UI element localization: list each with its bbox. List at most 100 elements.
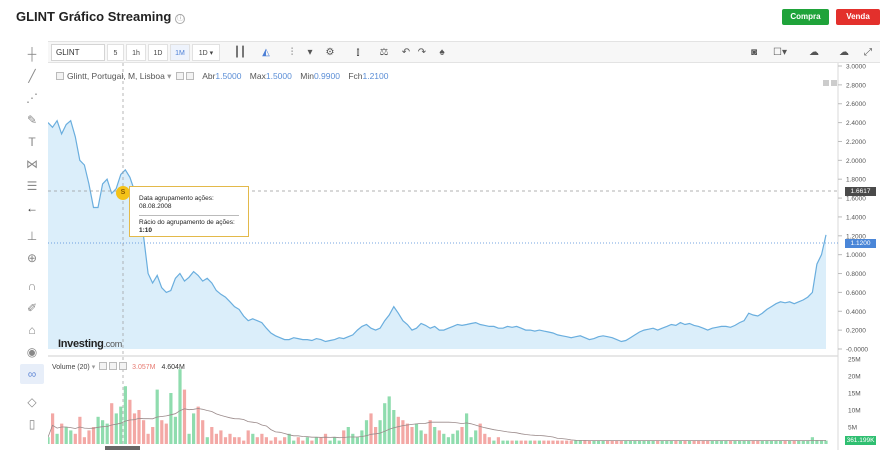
draw-mode-icon[interactable]: ✐ (20, 298, 44, 318)
volume-bar (396, 416, 400, 444)
volume-bar (774, 440, 778, 444)
volume-bar (751, 440, 755, 444)
volume-bar (433, 427, 437, 444)
legend-collapse-icon[interactable] (56, 72, 64, 80)
sell-button[interactable]: Venda (836, 9, 880, 25)
price-tick-label: 2.2000 (846, 139, 866, 146)
timeframe-1m[interactable]: 1M (170, 44, 190, 61)
volume-bar (788, 440, 792, 444)
price-tick-label: 1.6000 (846, 196, 866, 203)
volume-legend-label: Volume (20) (52, 364, 90, 371)
legend-dropdown-icon[interactable]: ▾ (167, 71, 174, 81)
volume-bar (760, 440, 764, 444)
timeframe-dropdown[interactable]: 1D ▾ (192, 44, 220, 61)
volume-bar (801, 440, 805, 444)
cloud-load-icon[interactable]: ☁ (834, 44, 854, 61)
volume-bar (96, 416, 100, 444)
volume-bar (546, 440, 551, 444)
volume-close-icon[interactable] (119, 362, 128, 370)
volume-bar (328, 440, 332, 444)
volume-tick-label: 5M (848, 425, 857, 432)
volume-bar (378, 420, 382, 444)
volume-bar (251, 433, 255, 444)
volume-bar (665, 440, 669, 444)
volume-axis: 25M 20M 15M 10M 5M (848, 357, 861, 432)
volume-bar (615, 440, 619, 444)
chart-type-dropdown-icon[interactable]: ▾ (300, 44, 320, 61)
compare-icon[interactable]: ⚖ (374, 44, 394, 61)
volume-bar (146, 433, 150, 444)
volume-bar (569, 440, 573, 444)
volume-bar (87, 430, 91, 444)
timeframe-1h[interactable]: 1h (126, 44, 146, 61)
zoom-icon[interactable]: ⊕ (20, 248, 44, 268)
investing-logo: Investing.com (58, 338, 122, 350)
fullscreen-icon[interactable]: ⤢ (858, 44, 878, 61)
volume-bar (619, 440, 623, 444)
volume-hide-icon[interactable] (109, 362, 118, 370)
info-icon[interactable]: ⓘ (175, 14, 186, 24)
volume-bar (624, 440, 628, 444)
timeframe-1d[interactable]: 1D (148, 44, 168, 61)
settings-icon[interactable]: ⚙ (320, 44, 340, 61)
alert-icon[interactable]: ♠ (432, 44, 452, 61)
candles-icon[interactable]: ┃┃ (230, 44, 250, 61)
volume-bar (687, 440, 692, 444)
volume-settings-icon[interactable] (99, 362, 108, 370)
volume-bar (364, 420, 369, 444)
volume-bar (783, 440, 787, 444)
volume-bar (169, 393, 173, 444)
eye-icon[interactable]: ◉ (20, 342, 44, 362)
volume-bar (269, 440, 273, 444)
buy-button[interactable]: Compra (782, 9, 829, 25)
volume-bar (242, 440, 246, 444)
symbol-input[interactable]: GLINT (51, 44, 105, 61)
trash-icon[interactable]: ▯ (20, 414, 44, 434)
volume-bar (715, 440, 719, 444)
timeframe-5[interactable]: 5 (107, 44, 124, 61)
volume-bar (642, 440, 646, 444)
back-arrow-icon[interactable]: ← (20, 198, 44, 218)
split-marker[interactable]: S (116, 186, 130, 200)
area-chart-icon[interactable]: ◭ (256, 44, 276, 61)
tooltip-line-3: Rácio do agrupamento de ações: (139, 219, 235, 226)
volume-bar (469, 437, 473, 444)
volume-bar (465, 413, 469, 444)
layers-icon[interactable]: ◇ (20, 392, 44, 412)
measure-icon[interactable]: ⊥ (20, 226, 44, 246)
pitchfork-icon[interactable]: ⋰ (20, 88, 44, 108)
volume-dropdown-icon[interactable]: ▾ (92, 364, 96, 371)
redo-icon[interactable]: ↷ (412, 44, 432, 61)
volume-bar (46, 437, 50, 444)
chart-legend: Glintt, Portugal, M, Lisboa ▾ Abr1.5000 … (56, 71, 388, 82)
template-icon[interactable]: ☐▾ (770, 44, 790, 61)
legend-hide-icon[interactable] (185, 72, 194, 80)
price-tick-label: 1.4000 (846, 214, 866, 221)
volume-bar (792, 440, 796, 444)
cloud-save-icon[interactable]: ☁ (804, 44, 824, 61)
volume-bar (114, 413, 118, 444)
price-chart[interactable]: 3.0000 2.8000 2.6000 2.4000 2.2000 2.0000 1.80… (46, 63, 880, 450)
camera-icon[interactable]: ◙ (744, 44, 764, 61)
volume-bar (73, 433, 77, 444)
volume-bar (537, 440, 541, 444)
volume-bar (255, 437, 259, 444)
link-icon[interactable]: ∞ (20, 364, 44, 384)
bars-icon[interactable]: ⫶ (282, 44, 302, 61)
volume-bar (492, 440, 496, 444)
trend-line-icon[interactable]: ╱ (20, 66, 44, 86)
legend-settings-icon[interactable] (175, 72, 184, 80)
pattern-icon[interactable]: ⋈ (20, 154, 44, 174)
volume-bar (428, 420, 432, 444)
brush-icon[interactable]: ✎ (20, 110, 44, 130)
price-tick-label: 2.8000 (846, 82, 866, 89)
magnet-icon[interactable]: ∩ (20, 276, 44, 296)
indicators-icon[interactable]: ⫾ (348, 44, 368, 61)
text-icon[interactable]: T (20, 132, 44, 152)
volume-bar (119, 406, 123, 444)
lock-icon[interactable]: ⌂ (20, 320, 44, 340)
crosshair-icon[interactable]: ┼ (20, 44, 44, 64)
chart-area[interactable]: 3.0000 2.8000 2.6000 2.4000 2.2000 2.0000 1.80… (46, 63, 880, 450)
volume-bar (333, 437, 337, 444)
fibonacci-icon[interactable]: ☰ (20, 176, 44, 196)
